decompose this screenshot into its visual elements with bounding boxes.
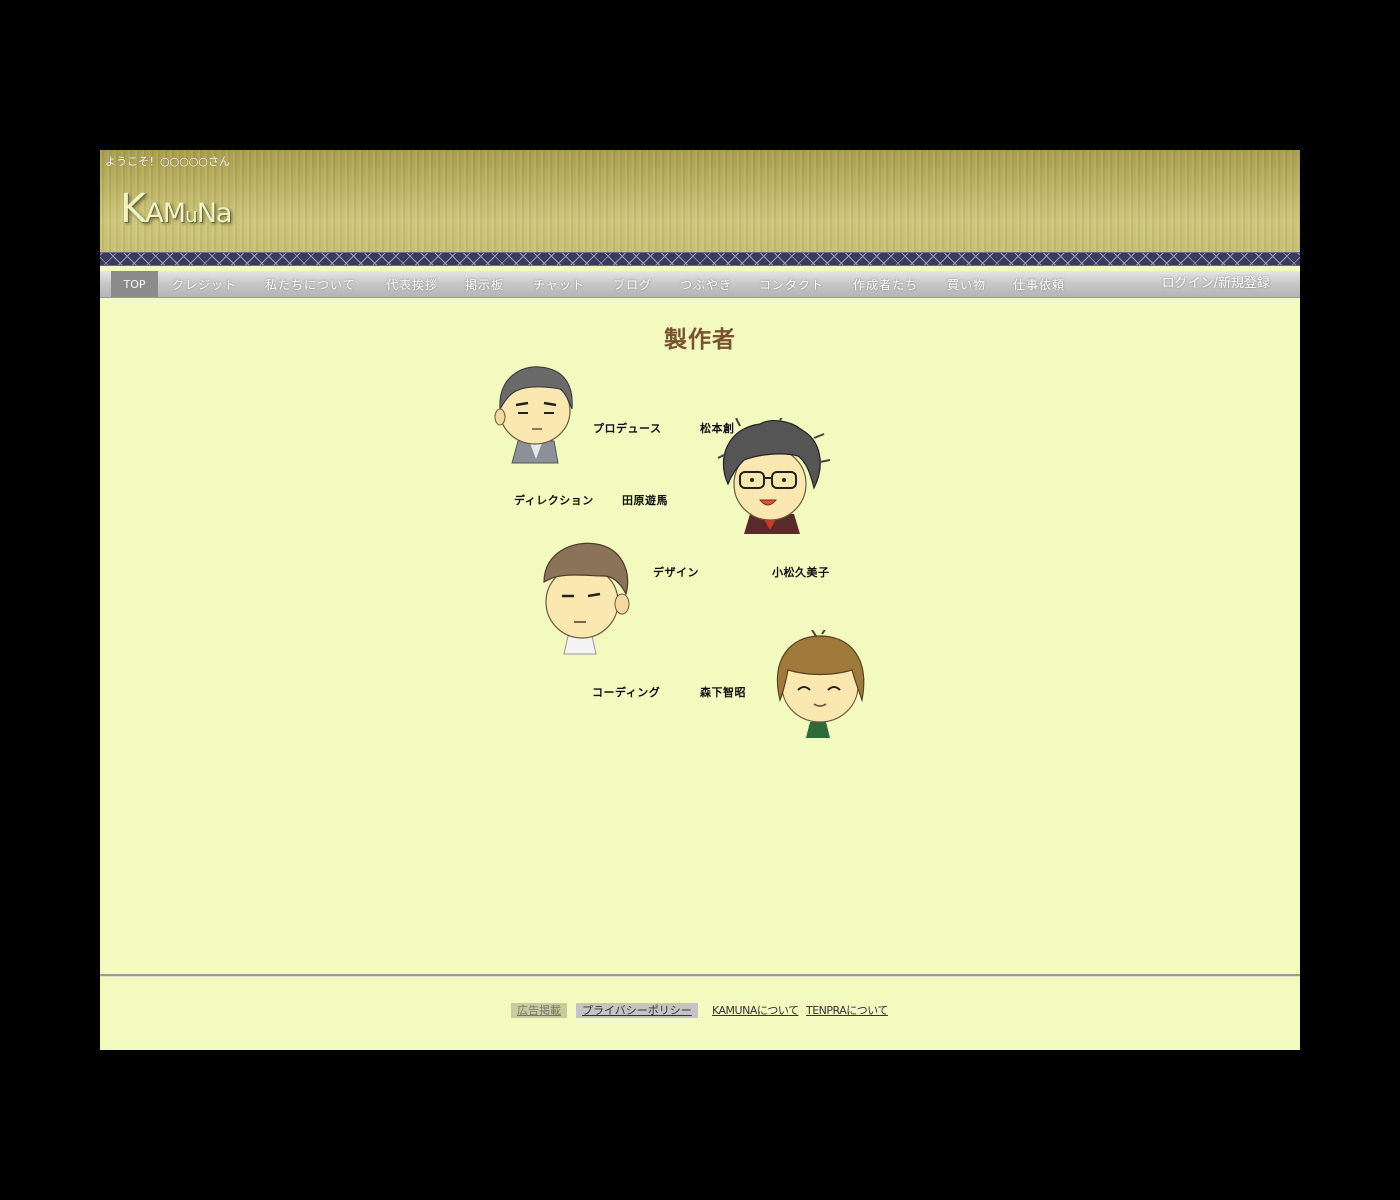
nav-item-job-request[interactable]: 仕事依頼 xyxy=(1013,271,1065,297)
logo-letter-u: u xyxy=(185,203,198,227)
nav-item-board[interactable]: 掲示板 xyxy=(465,271,504,297)
nav-item-tweets[interactable]: つぶやき xyxy=(680,271,732,297)
producer-avatar xyxy=(494,366,573,464)
logo-letter-a2: a xyxy=(215,198,233,229)
nav-item-contact[interactable]: コンタクト xyxy=(759,271,824,297)
page-title: 製作者 xyxy=(664,327,736,353)
logo-letter-k: K xyxy=(120,186,146,232)
site-header: ようこそ！○○○○○さん KAMuNa xyxy=(100,150,1300,252)
nav-item-credit[interactable]: クレジット xyxy=(172,271,237,297)
header-pattern-band xyxy=(100,252,1300,266)
credit-name-design: 小松久美子 xyxy=(772,566,830,579)
footer-link-about-tenpra[interactable]: TENPRAについて xyxy=(806,1003,888,1018)
footer-divider xyxy=(100,974,1300,977)
credit-role-direction: ディレクション xyxy=(514,494,594,507)
nav-item-shopping[interactable]: 買い物 xyxy=(947,271,986,297)
footer-link-advertising[interactable]: 広告掲載 xyxy=(511,1003,567,1018)
designer-avatar xyxy=(543,542,630,655)
credit-role-coding: コーディング xyxy=(592,686,661,699)
credit-role-design: デザイン xyxy=(653,566,699,579)
logo-letter-m: M xyxy=(162,198,186,229)
nav-item-chat[interactable]: チャット xyxy=(533,271,585,297)
credit-name-coding: 森下智昭 xyxy=(700,686,746,699)
logo-letter-n: N xyxy=(196,198,217,229)
nav-item-creators[interactable]: 作成者たち xyxy=(853,271,918,297)
credit-name-direction: 田原遊馬 xyxy=(622,494,668,507)
site-logo[interactable]: KAMuNa xyxy=(120,186,233,232)
welcome-message: ようこそ！○○○○○さん xyxy=(105,155,230,168)
main-nav: TOP クレジット 私たちについて 代表挨拶 掲示板 チャット ブログ つぶやき… xyxy=(100,271,1300,298)
nav-item-greeting[interactable]: 代表挨拶 xyxy=(386,271,438,297)
credit-name-produce: 松本創 xyxy=(700,422,735,435)
nav-item-blog[interactable]: ブログ xyxy=(613,271,652,297)
login-register-link[interactable]: ログイン/新規登録 xyxy=(1162,271,1270,297)
footer-link-privacy-policy[interactable]: プライバシーポリシー xyxy=(576,1003,698,1018)
credit-role-produce: プロデュース xyxy=(593,422,662,435)
nav-item-top[interactable]: TOP xyxy=(111,271,158,297)
logo-letter-a: A xyxy=(145,198,164,229)
nav-item-about[interactable]: 私たちについて xyxy=(265,271,356,297)
footer-link-about-kamuna[interactable]: KAMUNAについて xyxy=(712,1003,799,1018)
page-frame: ようこそ！○○○○○さん KAMuNa TOP クレジット 私たちについて 代表… xyxy=(100,150,1300,1050)
coder-avatar xyxy=(776,630,865,738)
